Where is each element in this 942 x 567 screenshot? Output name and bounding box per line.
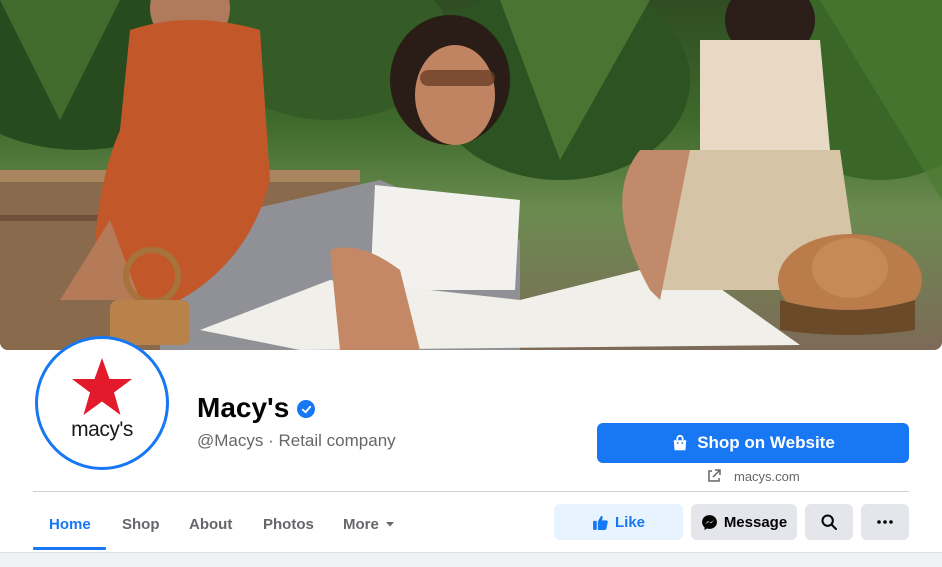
tab-photos-label: Photos <box>263 515 314 533</box>
shop-on-website-label: Shop on Website <box>697 433 835 452</box>
tab-shop[interactable]: Shop <box>122 504 160 544</box>
page-subtitle: @Macys · Retail company <box>197 431 396 450</box>
website-link[interactable]: macys.com <box>706 468 800 484</box>
external-link-icon <box>708 469 721 482</box>
tab-more[interactable]: More <box>343 504 395 544</box>
shopping-bag-icon <box>673 434 687 451</box>
like-label: Like <box>614 513 645 531</box>
tab-shop-label: Shop <box>122 515 160 533</box>
ellipsis-icon <box>877 520 893 524</box>
like-button[interactable]: Like <box>554 504 683 540</box>
logo-wordmark: macy's <box>71 418 133 441</box>
tab-home-label: Home <box>49 515 91 533</box>
more-options-button[interactable] <box>861 504 909 540</box>
shop-on-website-button[interactable]: Shop on Website <box>597 423 909 463</box>
thumbs-up-icon <box>593 515 608 530</box>
tab-about-label: About <box>189 515 233 533</box>
search-page-button[interactable] <box>805 504 853 540</box>
tab-about[interactable]: About <box>189 504 232 544</box>
page-title-row: Macy's <box>197 392 316 424</box>
tab-photos[interactable]: Photos <box>263 504 314 544</box>
profile-picture[interactable]: macy's <box>35 336 169 470</box>
message-button[interactable]: Message <box>691 504 797 540</box>
verified-badge-icon <box>297 400 316 418</box>
cover-photo-illustration <box>0 0 942 350</box>
macys-star-icon <box>72 358 132 415</box>
header-divider <box>33 491 909 492</box>
website-link-text: macys.com <box>734 468 800 484</box>
message-label: Message <box>723 513 788 531</box>
caret-down-icon <box>385 522 394 527</box>
active-tab-indicator <box>33 547 106 550</box>
tab-home[interactable]: Home <box>49 504 91 544</box>
tab-more-label: More <box>343 515 379 533</box>
search-icon <box>821 514 837 530</box>
page-title: Macy's <box>197 392 290 423</box>
messenger-icon <box>701 514 717 530</box>
cover-photo <box>0 0 942 350</box>
page-feed-background <box>0 552 942 567</box>
